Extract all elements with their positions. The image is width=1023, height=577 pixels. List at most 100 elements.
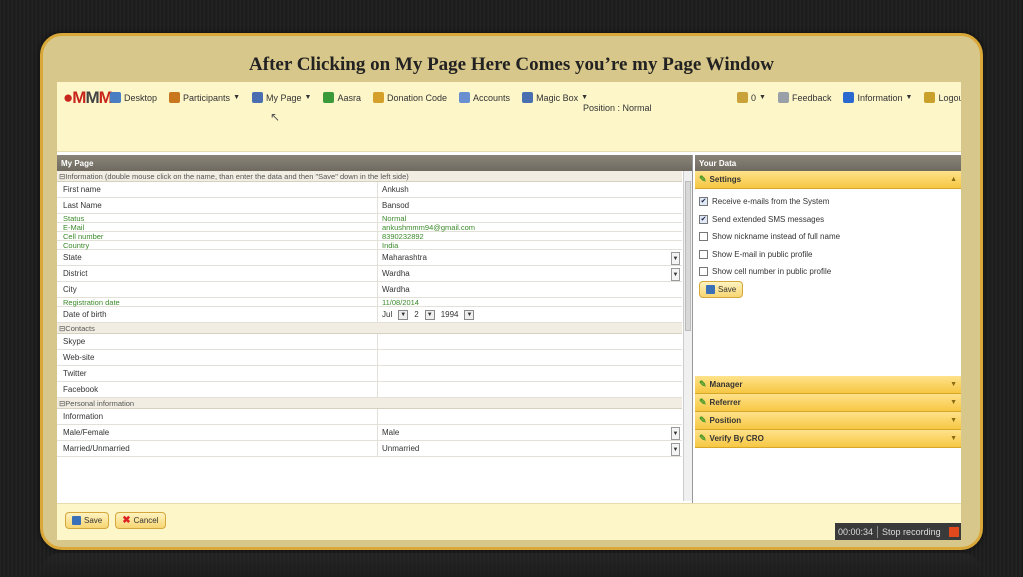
- checkbox[interactable]: [699, 232, 708, 242]
- group-information[interactable]: ⊟Information (double mouse click on the …: [57, 171, 682, 182]
- personal-information-field[interactable]: [377, 409, 682, 424]
- group-contacts[interactable]: ⊟Contacts: [57, 323, 682, 334]
- pencil-icon: ✎: [699, 379, 707, 389]
- contact-row: Facebook: [57, 382, 682, 398]
- checkbox[interactable]: ✔: [699, 214, 708, 224]
- profile-grid: ⊟Information (double mouse click on the …: [57, 171, 692, 501]
- participants-icon: [169, 92, 181, 103]
- chevron-down-icon: ▼: [233, 94, 240, 101]
- section-position[interactable]: ✎ Position ▼: [695, 412, 961, 430]
- district-row: District Wardha ▼: [57, 266, 682, 282]
- nav-item-participants[interactable]: Participants ▼: [169, 92, 240, 103]
- settings-option[interactable]: Show E-mail in public profile: [699, 246, 957, 264]
- expand-icon: ▼: [950, 399, 957, 406]
- nav-item-accounts[interactable]: Accounts: [459, 92, 510, 103]
- magic-box-icon: [522, 92, 534, 103]
- contact-row: Web-site: [57, 350, 682, 366]
- accounts-icon: [459, 92, 471, 103]
- chevron-down-icon[interactable]: ▼: [671, 443, 680, 456]
- logo[interactable]: ●MMM: [63, 88, 113, 108]
- slide-title: After Clicking on My Page Here Comes you…: [249, 54, 774, 75]
- save-button[interactable]: Save: [65, 512, 110, 529]
- pencil-icon: ✎: [699, 174, 707, 184]
- position-label: Position : Normal: [583, 103, 652, 113]
- nav-item-magic-box[interactable]: Magic Box ▼: [522, 92, 588, 103]
- contact-field[interactable]: [377, 382, 682, 397]
- checkbox[interactable]: [699, 249, 708, 259]
- right-nav-item-1[interactable]: Feedback: [777, 92, 831, 103]
- personal-information-row: Information: [57, 409, 682, 425]
- pencil-icon: ✎: [699, 415, 707, 425]
- recorder-time: 00:00:34: [838, 527, 874, 537]
- nav-item-donation-code[interactable]: Donation Code: [372, 92, 447, 103]
- chevron-down-icon[interactable]: ▼: [671, 427, 680, 440]
- logout-icon: [924, 92, 936, 103]
- collapse-icon: ▲: [950, 176, 957, 183]
- stop-icon[interactable]: [948, 527, 959, 537]
- settings-save-button[interactable]: Save: [699, 280, 744, 298]
- dob-row: Date of birth Jul ▼ 2 ▼ 1994 ▼: [57, 307, 682, 323]
- top-bar: ●MMM Desktop Participants ▼ My Page ▼ Aasra Do…: [57, 82, 961, 152]
- group-personal[interactable]: ⊟Personal information: [57, 398, 682, 409]
- gender-select[interactable]: Male ▼: [377, 425, 682, 440]
- settings-option[interactable]: ✔ Receive e-mails from the System: [699, 193, 957, 211]
- state-select[interactable]: Maharashtra ▼: [377, 250, 682, 265]
- slide-frame: After Clicking on My Page Here Comes you…: [40, 33, 983, 550]
- city-row: City Wardha: [57, 282, 682, 298]
- expand-icon: ▼: [950, 381, 957, 388]
- cancel-button[interactable]: ✖ Cancel: [115, 512, 166, 529]
- married-row: Married/Unmarried Unmarried ▼: [57, 441, 682, 457]
- gender-row: Male/Female Male ▼: [57, 425, 682, 441]
- settings-option[interactable]: Show cell number in public profile: [699, 263, 957, 281]
- section-referrer[interactable]: ✎ Referrer ▼: [695, 394, 961, 412]
- right-nav-item-0[interactable]: 0 ▼: [737, 92, 766, 103]
- donation-icon: [372, 92, 384, 103]
- grid-scrollbar[interactable]: [683, 171, 692, 501]
- nav-item-my-page[interactable]: My Page ▼: [252, 92, 311, 103]
- chevron-down-icon[interactable]: ▼: [398, 309, 409, 320]
- expand-icon: ▼: [950, 435, 957, 442]
- contact-field[interactable]: [377, 334, 682, 349]
- scrollbar-thumb[interactable]: [685, 181, 691, 331]
- desktop-icon: [110, 92, 121, 103]
- floppy-disk-icon: [706, 284, 715, 294]
- chevron-down-icon[interactable]: ▼: [424, 309, 435, 320]
- city-field[interactable]: Wardha: [377, 282, 682, 297]
- my-page-panel: My Page ⊟Information (double mouse click…: [57, 155, 693, 503]
- main-nav: Desktop Participants ▼ My Page ▼ Aasra Donatio…: [110, 92, 588, 103]
- table-row: Country India: [57, 241, 682, 250]
- contact-field[interactable]: [377, 366, 682, 381]
- chevron-down-icon[interactable]: ▼: [671, 268, 680, 281]
- chevron-down-icon[interactable]: ▼: [671, 252, 680, 265]
- married-select[interactable]: Unmarried ▼: [377, 441, 682, 456]
- settings-section-header[interactable]: ✎ Settings ▲: [695, 171, 961, 189]
- feedback-icon: [777, 92, 789, 103]
- slide-reflection: [40, 553, 983, 577]
- aasra-icon: [323, 92, 335, 103]
- chevron-down-icon[interactable]: ▼: [464, 309, 475, 320]
- your-data-panel: Your Data ✎ Settings ▲ ✔ Receive e-mails …: [695, 155, 961, 503]
- state-row: State Maharashtra ▼: [57, 250, 682, 266]
- settings-option[interactable]: ✔ Send extended SMS messages: [699, 211, 957, 229]
- section-manager[interactable]: ✎ Manager ▼: [695, 376, 961, 394]
- contact-field[interactable]: [377, 350, 682, 365]
- expand-icon: ▼: [950, 417, 957, 424]
- footer-bar: Save ✖ Cancel 00:00:34 Stop recording: [57, 503, 961, 540]
- nav-item-desktop[interactable]: Desktop: [110, 92, 157, 103]
- my-page-header: My Page: [57, 155, 692, 171]
- settings-option[interactable]: Show nickname instead of full name: [699, 228, 957, 246]
- right-nav-item-3[interactable]: Logout: [924, 92, 961, 103]
- right-nav-item-2[interactable]: Information ▼: [843, 92, 912, 103]
- chevron-down-icon: ▼: [759, 94, 766, 101]
- table-row: First name Ankush: [57, 182, 682, 198]
- pencil-icon: ✎: [699, 397, 707, 407]
- checkbox[interactable]: ✔: [699, 197, 708, 207]
- nav-item-aasra[interactable]: Aasra: [323, 92, 361, 103]
- right-nav: 0▼ Feedback Information▼ Logout: [737, 92, 961, 103]
- district-select[interactable]: Wardha ▼: [377, 266, 682, 281]
- section-verify-by-cro[interactable]: ✎ Verify By CRO ▼: [695, 430, 961, 448]
- contact-row: Skype: [57, 334, 682, 350]
- stop-recording-button[interactable]: Stop recording: [882, 527, 941, 537]
- mouse-cursor-icon: ↖: [270, 110, 281, 124]
- checkbox[interactable]: [699, 267, 708, 277]
